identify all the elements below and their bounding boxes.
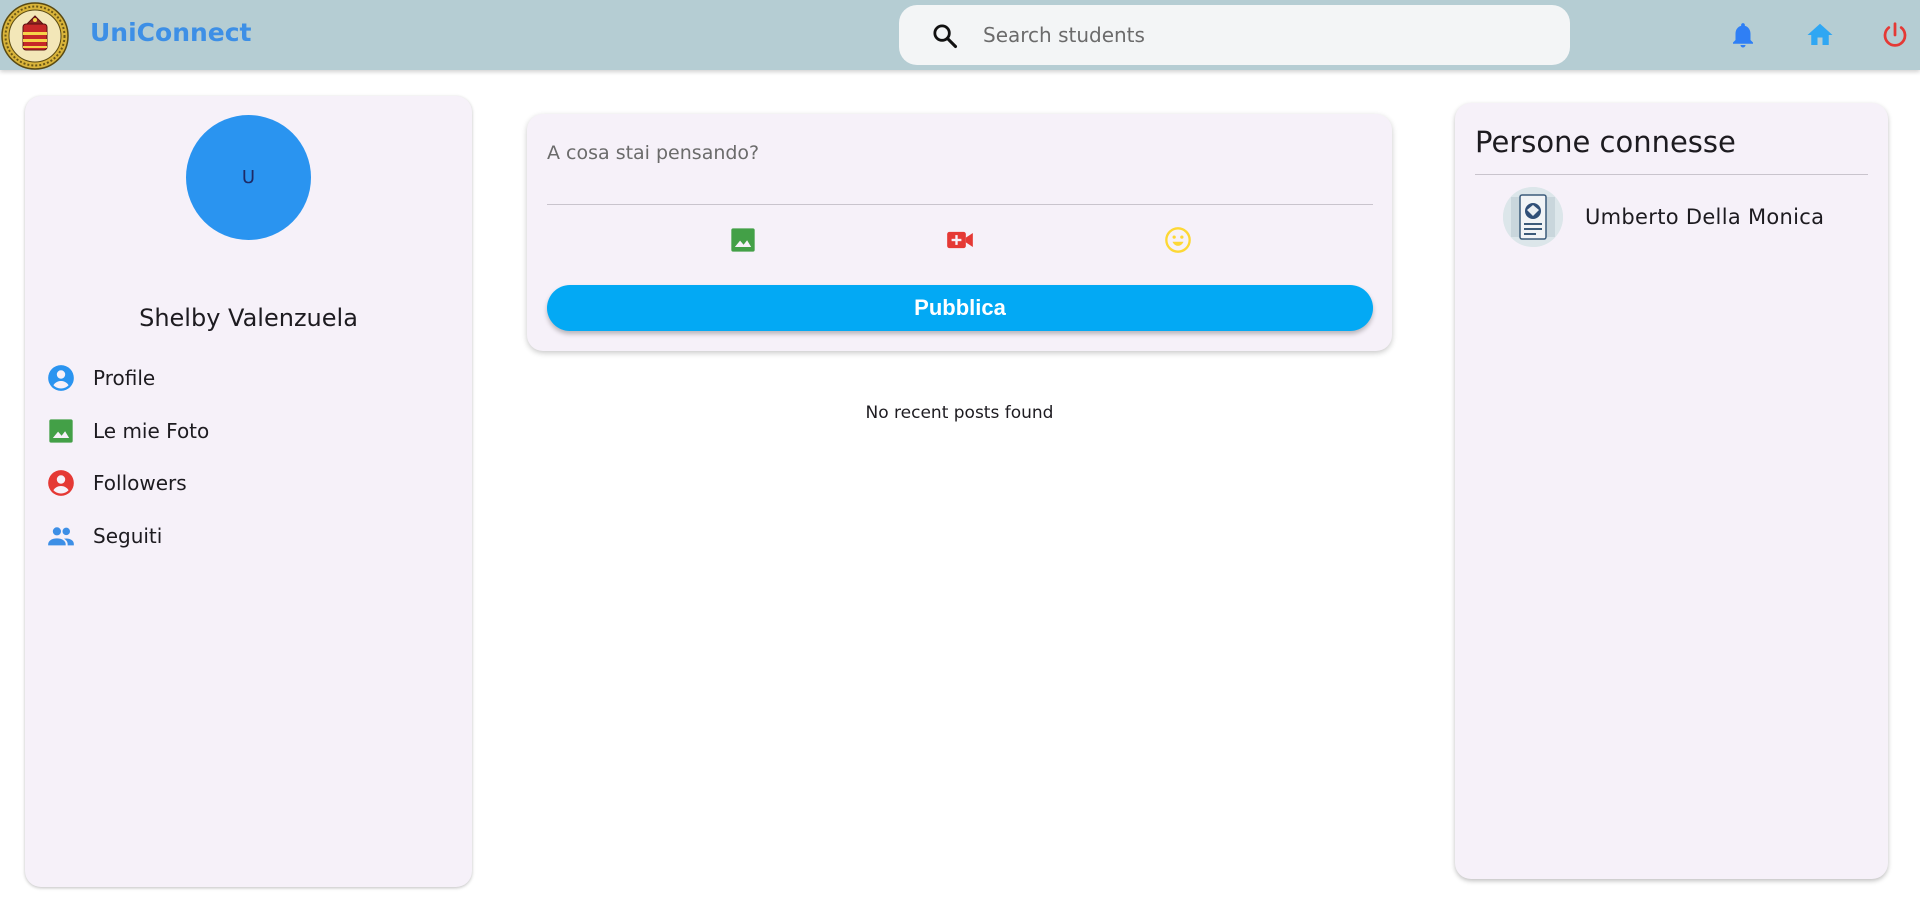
account-circle-icon	[48, 470, 74, 496]
people-icon	[48, 527, 74, 546]
image-icon	[49, 419, 73, 443]
connected-people-divider	[1475, 174, 1868, 175]
composer-divider	[547, 204, 1373, 205]
sidebar-item-label: Le mie Foto	[93, 419, 210, 443]
avatar-initial: U	[241, 167, 256, 188]
top-app-bar: UniConnect	[0, 0, 1920, 70]
post-input[interactable]	[547, 142, 1373, 196]
connected-person-row[interactable]: Umberto Della Monica	[1503, 185, 1873, 249]
sidebar-item-photos[interactable]: Le mie Foto	[47, 413, 447, 449]
sidebar-item-label: Profile	[93, 366, 156, 390]
empty-feed-message: No recent posts found	[865, 403, 1054, 423]
bell-icon[interactable]	[1728, 20, 1758, 50]
user-name: Shelby Valenzuela	[139, 304, 358, 332]
sidebar-item-profile[interactable]: Profile	[47, 360, 447, 396]
sidebar-item-following[interactable]: Seguiti	[47, 518, 447, 554]
search-input[interactable]	[983, 19, 1543, 51]
app-title[interactable]: UniConnect	[90, 18, 252, 47]
post-composer-card: Pubblica	[527, 114, 1392, 351]
profile-sidebar-card: U Shelby Valenzuela Profile Le mie Foto …	[25, 96, 472, 887]
person-name: Umberto Della Monica	[1585, 205, 1825, 229]
image-icon[interactable]	[729, 226, 757, 254]
university-seal-logo[interactable]	[1, 2, 69, 70]
user-avatar[interactable]: U	[186, 115, 311, 240]
sidebar-item-label: Followers	[93, 471, 187, 495]
video-add-icon[interactable]	[946, 226, 974, 254]
home-icon[interactable]	[1805, 20, 1835, 50]
connected-people-card: Persone connesse Umberto Della Monica	[1455, 103, 1888, 879]
search-icon[interactable]	[931, 22, 959, 50]
account-circle-icon	[48, 365, 74, 391]
person-avatar[interactable]	[1503, 187, 1563, 247]
sidebar-item-label: Seguiti	[93, 524, 163, 548]
emoji-icon[interactable]	[1164, 226, 1192, 254]
connected-people-title: Persone connesse	[1475, 125, 1736, 159]
sidebar-item-followers[interactable]: Followers	[47, 465, 447, 501]
publish-button[interactable]: Pubblica	[547, 285, 1373, 331]
search-bar[interactable]	[899, 5, 1570, 65]
power-icon[interactable]	[1880, 20, 1910, 50]
